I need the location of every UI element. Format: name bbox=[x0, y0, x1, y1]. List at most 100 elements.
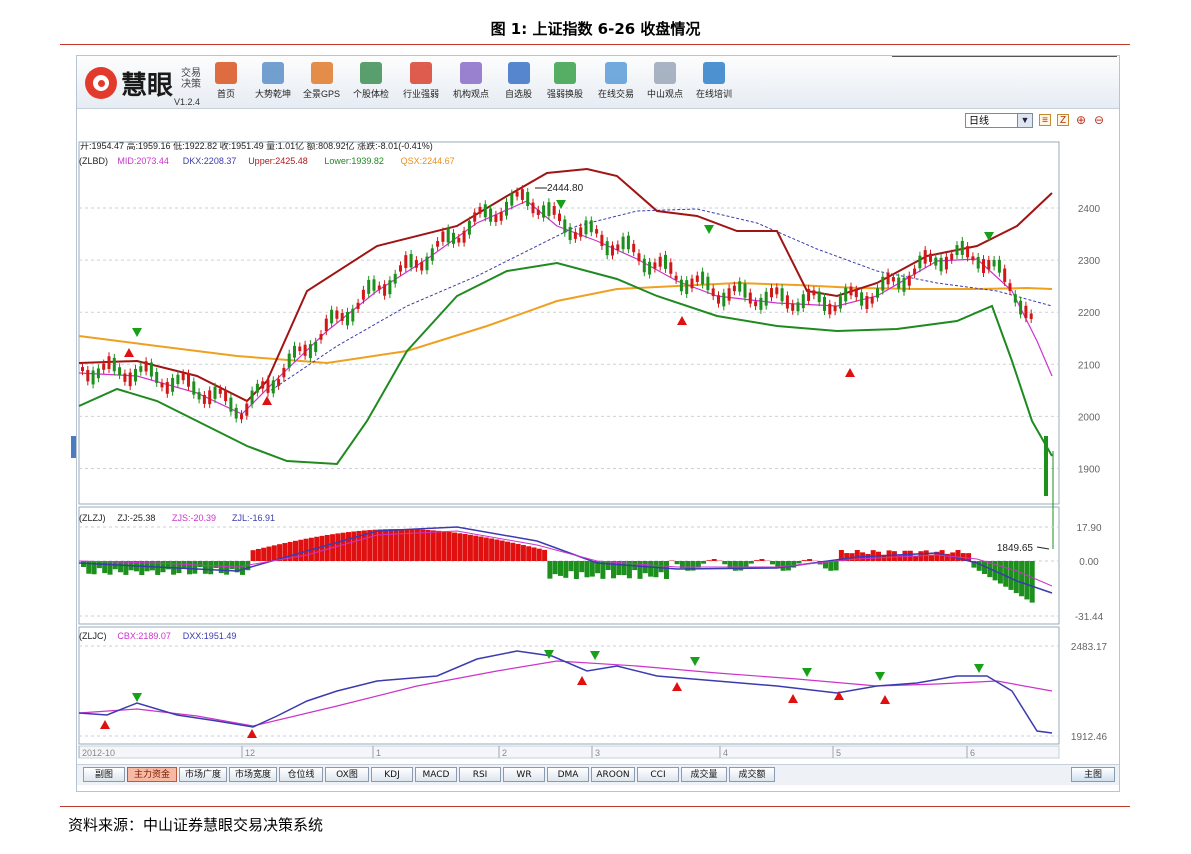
list-icon[interactable]: ≡ bbox=[1039, 114, 1051, 126]
trading-window: 慧眼 交易 决策 V1.2.4 首页 大势乾坤 全景GPS 个股体检 行业强弱 机构观点 自选… bbox=[71, 55, 1120, 792]
magnifier-icon bbox=[262, 62, 284, 84]
candle-body bbox=[351, 308, 355, 322]
toolbar-label: 机构观点 bbox=[453, 89, 490, 99]
fund-bar bbox=[202, 561, 208, 574]
y-tick-label: -31.44 bbox=[1075, 612, 1104, 623]
fund-bar bbox=[499, 540, 505, 561]
tab-12[interactable]: CCI bbox=[637, 767, 679, 782]
mid-line bbox=[78, 200, 1053, 415]
candle-body bbox=[992, 259, 996, 267]
fund-bar bbox=[298, 539, 304, 561]
tab-2[interactable]: 市场广度 bbox=[179, 767, 227, 782]
tab-4[interactable]: 仓位线 bbox=[279, 767, 323, 782]
date-axis bbox=[78, 745, 1060, 759]
toolbar-people-button[interactable]: 机构观点 bbox=[453, 62, 489, 106]
candle-body bbox=[213, 386, 217, 399]
candle-body bbox=[844, 287, 848, 302]
tab-11[interactable]: AROON bbox=[591, 767, 635, 782]
candle-body bbox=[944, 256, 948, 270]
app-version: V1.2.4 bbox=[174, 97, 201, 107]
candle-body bbox=[743, 283, 747, 298]
legend-item: Lower:1939.82 bbox=[324, 156, 384, 166]
buy-triangle-icon bbox=[262, 396, 272, 405]
fund-bar bbox=[340, 532, 346, 561]
legend-item: (ZLJC) bbox=[79, 631, 107, 641]
main-chart-tab[interactable]: 主图 bbox=[1071, 767, 1115, 782]
candle-body bbox=[319, 334, 323, 340]
legend-item: ZJL:-16.91 bbox=[232, 513, 275, 523]
fund-bar bbox=[584, 561, 590, 578]
tab-14[interactable]: 成交额 bbox=[729, 767, 775, 782]
toolbar-swap-button[interactable]: 强弱换股 bbox=[547, 62, 583, 106]
toolbar: 慧眼 交易 决策 V1.2.4 首页 大势乾坤 全景GPS 个股体检 行业强弱 机构观点 自选… bbox=[77, 56, 1119, 109]
candle-body bbox=[833, 305, 837, 312]
side-handle[interactable] bbox=[71, 436, 76, 458]
zoom-in-icon[interactable]: ⊕ bbox=[1075, 114, 1087, 126]
candle-body bbox=[526, 191, 530, 206]
fund-bar bbox=[240, 561, 245, 575]
tab-3[interactable]: 市场宽度 bbox=[229, 767, 277, 782]
toolbar-home-button[interactable]: 首页 bbox=[215, 62, 237, 106]
toolbar-briefcase-button[interactable]: 自选股 bbox=[505, 62, 532, 106]
candle-body bbox=[913, 268, 917, 275]
fund-bar bbox=[754, 560, 760, 561]
fund-bar bbox=[192, 561, 198, 574]
toolbar-cart-button[interactable]: 在线交易 bbox=[598, 62, 634, 106]
fund-bar bbox=[833, 561, 839, 571]
tab-5[interactable]: OX图 bbox=[325, 767, 369, 782]
candle-body bbox=[780, 288, 784, 302]
toolbar-checkup-button[interactable]: 个股体检 bbox=[353, 62, 389, 106]
toolbar-bar-button[interactable]: 行业强弱 bbox=[403, 62, 439, 106]
candle-body bbox=[287, 353, 291, 368]
legend-item: ZJS:-20.39 bbox=[172, 513, 216, 523]
candle-body bbox=[929, 253, 932, 262]
tab-8[interactable]: RSI bbox=[459, 767, 501, 782]
fund-bar bbox=[107, 561, 113, 575]
tab-1[interactable]: 主力资金 bbox=[127, 767, 177, 782]
edit-icon[interactable]: Z bbox=[1057, 114, 1069, 126]
candle-body bbox=[393, 273, 397, 284]
candle-body bbox=[997, 259, 1001, 273]
candle-body bbox=[171, 377, 175, 392]
toolbar-document-button[interactable]: 中山观点 bbox=[647, 62, 683, 106]
candle-body bbox=[399, 265, 402, 272]
app-logo: 慧眼 bbox=[121, 71, 174, 101]
toolbar-magnifier-button[interactable]: 大势乾坤 bbox=[255, 62, 291, 106]
tab-7[interactable]: MACD bbox=[415, 767, 457, 782]
zoom-out-icon[interactable]: ⊖ bbox=[1093, 114, 1105, 126]
chevron-down-icon[interactable]: ▼ bbox=[1017, 113, 1033, 128]
tab-10[interactable]: DMA bbox=[547, 767, 589, 782]
toolbar-monitor-button[interactable]: 在线培训 bbox=[696, 62, 732, 106]
toolbar-grid-button[interactable]: 全景GPS bbox=[303, 62, 340, 106]
date-label: 6 bbox=[970, 748, 975, 758]
tab-9[interactable]: WR bbox=[503, 767, 545, 782]
candle-body bbox=[388, 280, 392, 295]
candle-body bbox=[436, 241, 440, 247]
price-panel bbox=[78, 141, 1060, 505]
fund-bar bbox=[573, 561, 579, 579]
candle-body bbox=[452, 232, 455, 244]
candle-body bbox=[255, 383, 259, 393]
fund-bar bbox=[648, 561, 654, 577]
sell-triangle-icon bbox=[132, 328, 142, 337]
candle-body bbox=[934, 257, 938, 266]
legend-item: DKX:2208.37 bbox=[183, 156, 237, 166]
people-icon bbox=[460, 62, 482, 84]
cart-icon bbox=[605, 62, 627, 84]
candle-body bbox=[817, 291, 821, 303]
candle-body bbox=[764, 291, 768, 306]
tab-6[interactable]: KDJ bbox=[371, 767, 413, 782]
candle-body bbox=[547, 202, 551, 216]
candle-body bbox=[812, 290, 816, 296]
fund-bar bbox=[319, 535, 325, 561]
home-icon bbox=[215, 62, 237, 84]
fund-bar bbox=[446, 531, 452, 561]
app-logo-sub: 交易 决策 bbox=[181, 68, 201, 90]
high-label: 2444.80 bbox=[547, 183, 584, 194]
candle-body bbox=[208, 390, 212, 405]
tab-0[interactable]: 副图 bbox=[83, 767, 125, 782]
tab-13[interactable]: 成交量 bbox=[681, 767, 727, 782]
candle-body bbox=[1029, 313, 1033, 319]
candle-body bbox=[690, 278, 694, 289]
fund-bar bbox=[324, 534, 330, 561]
